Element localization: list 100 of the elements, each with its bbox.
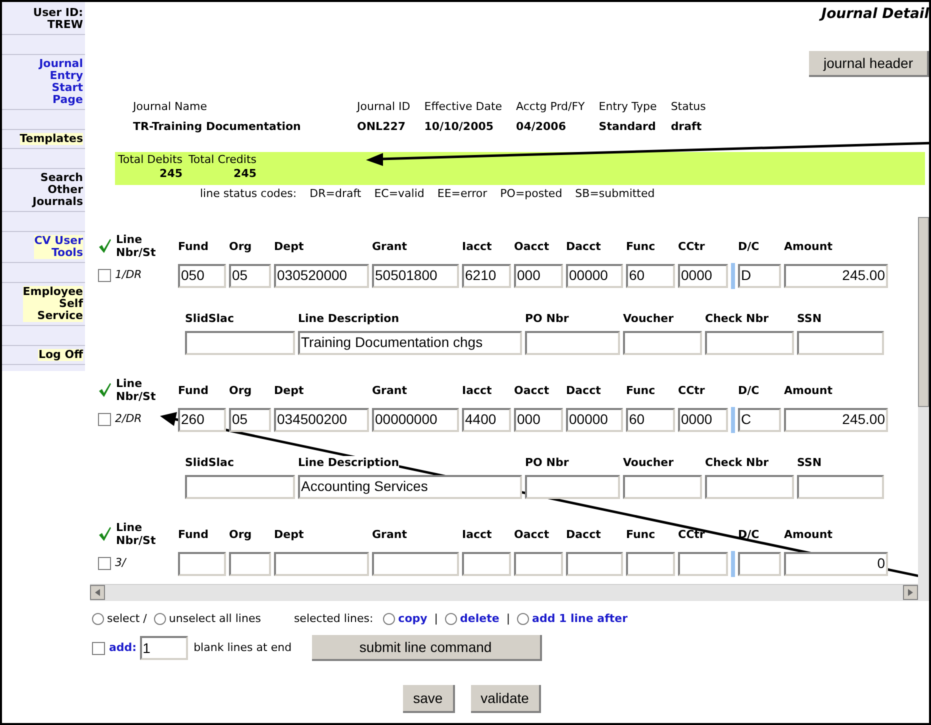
input-field[interactable]: 0000 [678,264,728,288]
input-field[interactable]: 00000 [566,264,623,288]
column-header: Line Description [298,312,400,324]
checkbox[interactable] [98,557,111,570]
input-field[interactable] [274,552,369,576]
status-code: EE=error [437,186,488,202]
action-link[interactable]: delete [460,610,500,627]
total-value: 245 [160,167,183,181]
sidebar-item[interactable]: Templates [20,133,83,145]
input-field[interactable]: Training Documentation chgs [298,330,522,354]
scroll-left-icon[interactable] [90,585,105,600]
input-field[interactable]: 60 [626,264,675,288]
input-field[interactable]: 245.00 [784,408,888,432]
form-button[interactable]: validate [470,685,541,713]
input-field[interactable]: 4400 [462,408,511,432]
input-field[interactable]: 05 [229,408,271,432]
input-field[interactable]: 60 [626,408,675,432]
status-code: SB=submitted [575,186,655,202]
submit-line-command-button[interactable]: submit line command [312,635,542,661]
input-field[interactable] [229,552,271,576]
add-link[interactable]: add: [109,640,137,656]
radio-button[interactable] [517,612,530,625]
sidebar-item[interactable]: Employee Self Service [22,286,83,322]
radio-button[interactable] [154,612,166,625]
input-field[interactable] [566,552,623,576]
column-header: Check Nbr [705,312,769,324]
input-field[interactable] [738,552,781,576]
input-field[interactable] [372,552,459,576]
radio-button[interactable] [445,612,458,625]
column-header: CCtr [678,528,705,540]
radio-button[interactable] [92,612,104,625]
input-field[interactable]: D [738,264,781,288]
input-field[interactable]: 05 [229,264,271,288]
input-field[interactable] [705,330,794,354]
total-label: Total Debits [118,153,183,167]
column-header: Func [626,384,656,396]
blank-lines-label: blank lines at end [194,640,292,656]
column-header: PO Nbr [525,312,569,324]
checkbox[interactable] [92,642,105,654]
input-field[interactable]: Accounting Services [298,474,522,498]
input-field[interactable] [678,552,728,576]
input-field[interactable]: 000 [514,408,563,432]
input-field[interactable]: 0 [784,552,888,576]
column-header: Check Nbr [705,456,769,468]
scroll-right-icon[interactable] [903,585,918,600]
input-field[interactable]: 034500200 [274,408,369,432]
page-title: Journal Detail [821,5,929,24]
sidebar-item[interactable]: Journal Entry Start Page [39,58,83,106]
selected-lines-label: selected lines: [294,610,374,626]
checkmark-icon [98,238,112,254]
input-field[interactable]: 6210 [462,264,511,288]
input-field[interactable]: 00000000 [372,408,459,432]
column-header: Grant [372,528,407,540]
input-field[interactable] [185,474,295,498]
info-label: Journal Name [133,99,208,115]
input-field[interactable] [626,552,675,576]
input-field[interactable] [525,474,620,498]
input-field[interactable]: 260 [178,408,226,432]
journal-header-button[interactable]: journal header [809,51,929,77]
column-header: Voucher [623,456,674,468]
info-value: TR-Training Documentation [133,118,302,134]
input-field[interactable] [514,552,563,576]
checkbox[interactable] [98,413,111,426]
sidebar-item[interactable]: Search Other Journals [32,172,83,208]
input-field[interactable] [797,330,884,354]
info-value: draft [670,118,703,134]
info-label: Entry Type [598,99,657,115]
input-field[interactable]: 1 [140,636,188,660]
input-field[interactable]: 0000 [678,408,728,432]
column-header: SSN [797,456,822,468]
input-field[interactable] [185,330,295,354]
checkbox[interactable] [98,269,111,282]
action-link[interactable]: copy [398,610,428,627]
sidebar-item[interactable]: CV User Tools [34,235,83,259]
column-header: Org [229,240,252,252]
status-code: DR=draft [310,186,362,202]
vertical-scrollbar[interactable] [918,216,929,600]
sidebar-item[interactable]: Log Off [38,349,83,361]
input-field[interactable] [462,552,511,576]
input-field[interactable] [797,474,884,498]
input-field[interactable]: 050 [178,264,226,288]
column-header: Func [626,528,656,540]
input-field[interactable]: 245.00 [784,264,888,288]
input-field[interactable] [705,474,794,498]
input-field[interactable] [623,474,702,498]
input-field[interactable]: 00000 [566,408,623,432]
action-link[interactable]: add 1 line after [532,610,628,627]
input-field[interactable] [178,552,226,576]
input-field[interactable] [623,330,702,354]
column-header: Grant [372,384,407,396]
column-header: Oacct [514,240,550,252]
form-button[interactable]: save [403,685,455,713]
column-header: Fund [178,240,209,252]
radio-button[interactable] [383,612,396,625]
horizontal-scrollbar[interactable] [90,584,918,600]
input-field[interactable]: C [738,408,781,432]
input-field[interactable]: 000 [514,264,563,288]
input-field[interactable]: 030520000 [274,264,369,288]
input-field[interactable] [525,330,620,354]
input-field[interactable]: 50501800 [372,264,459,288]
